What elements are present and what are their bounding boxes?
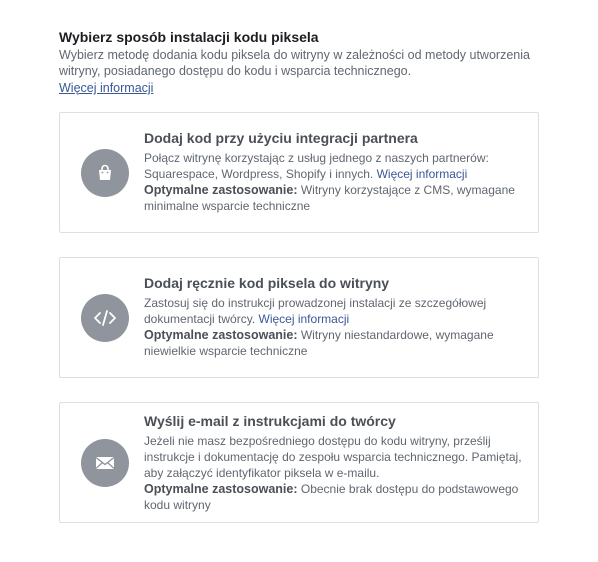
option-card-manual-install[interactable]: Dodaj ręcznie kod piksela do witryny Zas…	[59, 257, 539, 378]
option-description: Zastosuj się do instrukcji prowadzonej i…	[144, 295, 524, 327]
option-card-partner-integration[interactable]: Dodaj kod przy użyciu integracji partner…	[59, 112, 539, 233]
envelope-icon	[81, 439, 129, 487]
install-method-header: Wybierz sposób instalacji kodu piksela W…	[59, 29, 539, 97]
option-learn-more-link[interactable]: Więcej informacji	[377, 167, 468, 181]
option-content: Wyślij e-mail z instrukcjami do twórcy J…	[144, 412, 524, 513]
option-learn-more-link[interactable]: Więcej informacji	[259, 312, 350, 326]
option-title: Dodaj ręcznie kod piksela do witryny	[144, 275, 390, 291]
option-title: Dodaj kod przy użyciu integracji partner…	[144, 130, 418, 146]
option-best-use: Optymalne zastosowanie: Witryny korzysta…	[144, 182, 524, 214]
code-icon	[81, 294, 129, 342]
option-card-email-developer[interactable]: Wyślij e-mail z instrukcjami do twórcy J…	[59, 402, 539, 523]
option-best-use: Optymalne zastosowanie: Witryny niestand…	[144, 327, 524, 359]
page-description: Wybierz metodę dodania kodu piksela do w…	[59, 48, 530, 78]
best-use-label: Optymalne zastosowanie:	[144, 482, 298, 496]
best-use-label: Optymalne zastosowanie:	[144, 183, 298, 197]
option-best-use: Optymalne zastosowanie: Obecnie brak dos…	[144, 481, 524, 513]
best-use-label: Optymalne zastosowanie:	[144, 328, 298, 342]
option-title: Wyślij e-mail z instrukcjami do twórcy	[144, 413, 396, 429]
option-description: Jeżeli nie masz bezpośredniego dostępu d…	[144, 434, 522, 480]
option-content: Dodaj kod przy użyciu integracji partner…	[144, 129, 524, 214]
option-description: Połącz witrynę korzystając z usług jedne…	[144, 150, 524, 182]
page-title: Wybierz sposób instalacji kodu piksela	[59, 29, 319, 45]
shopping-bag-icon	[81, 149, 129, 197]
option-content: Dodaj ręcznie kod piksela do witryny Zas…	[144, 274, 524, 359]
learn-more-link[interactable]: Więcej informacji	[59, 80, 153, 96]
